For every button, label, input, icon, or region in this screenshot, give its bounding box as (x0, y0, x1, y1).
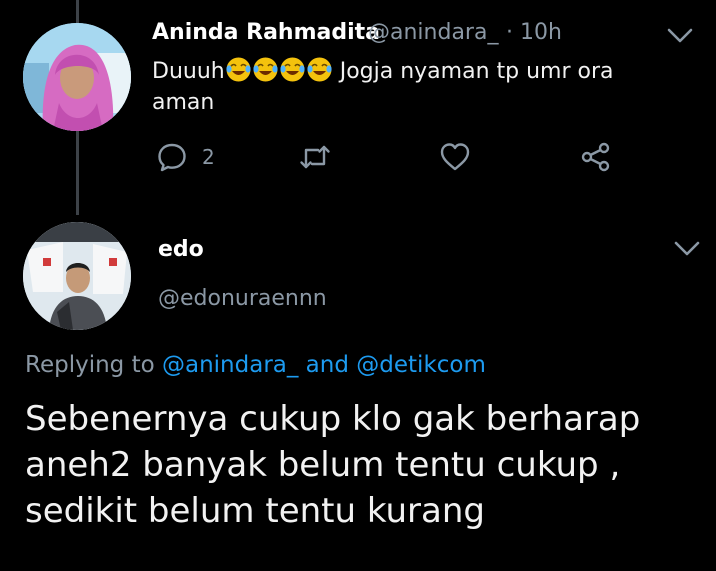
display-name[interactable]: edo (158, 237, 204, 262)
display-name[interactable]: Aninda Rahmadita (152, 20, 380, 45)
replying-prefix: Replying to (25, 352, 162, 378)
user-handle[interactable]: @edonuraennn (158, 286, 327, 311)
tweet-text-start: Duuuh (152, 59, 225, 84)
avatar[interactable] (23, 222, 131, 330)
mention-link[interactable]: @anindara_ (162, 352, 298, 378)
reply-icon (158, 143, 186, 172)
user-handle[interactable]: @anindara_ (368, 20, 498, 45)
share-button[interactable] (580, 140, 612, 174)
retweet-icon (300, 145, 330, 169)
retweet-button[interactable] (299, 140, 331, 174)
tweet-text-line2: aman (152, 90, 215, 115)
share-icon (581, 142, 610, 172)
replying-join[interactable]: and (298, 352, 356, 378)
tears-of-joy-emoji-icon (307, 57, 332, 82)
mention-link[interactable]: @detikcom (356, 352, 486, 378)
chevron-down-icon[interactable] (673, 240, 701, 258)
timestamp[interactable]: · 10h (506, 20, 562, 45)
heart-icon (440, 143, 470, 171)
tears-of-joy-emoji-icon (253, 57, 278, 82)
replying-to-line: Replying to @anindara_ and @detikcom (25, 352, 486, 378)
tweet-body-line: Sebenernya cukup klo gak berharap (25, 399, 641, 439)
tweet-text-end: Jogja nyaman tp umr ora (332, 59, 614, 84)
like-button[interactable] (439, 140, 471, 174)
tweet-body: Sebenernya cukup klo gak berharap aneh2 … (25, 396, 705, 534)
tweet-text: Duuuh Jogja nyaman tp umr ora aman (152, 56, 614, 118)
emoji-group (225, 57, 333, 84)
tears-of-joy-emoji-icon (280, 57, 305, 82)
tweet-body-line: sedikit belum tentu kurang (25, 491, 485, 531)
tweet-body-line: aneh2 banyak belum tentu cukup , (25, 445, 621, 485)
tears-of-joy-emoji-icon (226, 57, 251, 82)
reply-count: 2 (202, 145, 215, 169)
chevron-down-icon[interactable] (666, 27, 694, 45)
reply-button[interactable]: 2 (156, 140, 215, 174)
avatar[interactable] (23, 23, 131, 131)
